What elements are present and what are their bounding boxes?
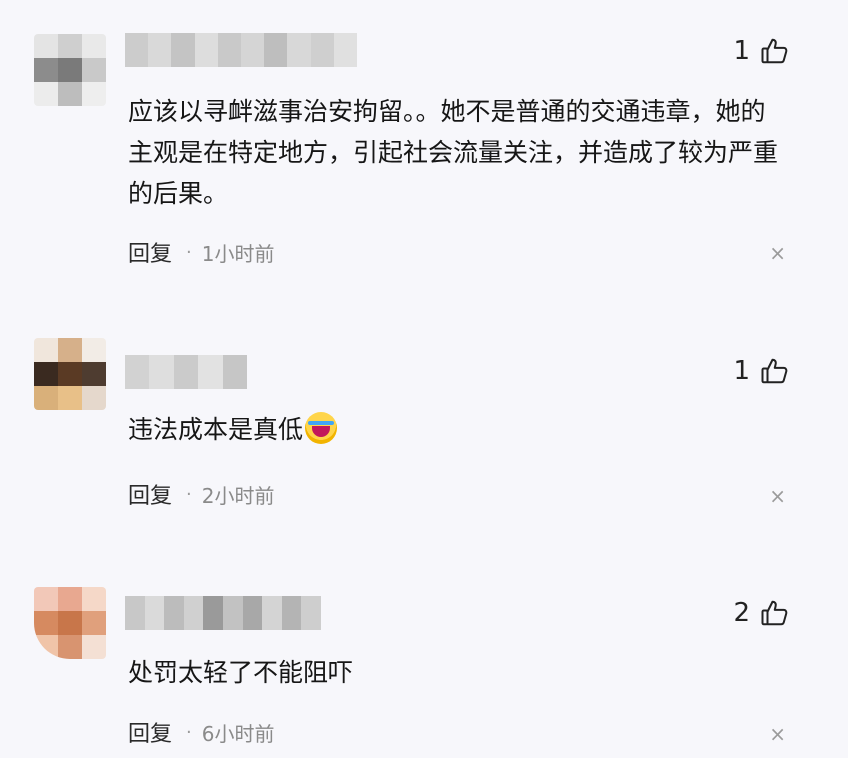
avatar-mosaic-block <box>82 587 106 611</box>
avatar-mosaic-block <box>82 635 106 659</box>
username-mosaic-block <box>203 596 223 630</box>
thumbs-up-icon <box>761 600 788 626</box>
close-icon[interactable]: × <box>769 722 786 746</box>
comment-text: 处罚太轻了不能阻吓 <box>128 658 354 687</box>
avatar[interactable] <box>34 587 106 659</box>
username-mosaic-block <box>281 596 302 630</box>
username-mosaic-block <box>164 596 184 630</box>
timestamp: 6小时前 <box>201 721 275 746</box>
reply-button[interactable]: 回复 <box>128 716 172 748</box>
avatar-mosaic-block <box>34 587 58 611</box>
username-mosaic-block <box>183 596 204 630</box>
avatar-mosaic-block <box>58 587 82 611</box>
meta-separator: · <box>186 721 192 743</box>
comment-item: 2 处罚太轻了不能阻吓 回复 · 6小时前 × <box>0 0 848 758</box>
username-mosaic-block <box>222 596 243 630</box>
username-mosaic-block <box>301 596 321 630</box>
comment-meta: 回复 · 6小时前 <box>128 716 274 748</box>
username-blurred[interactable] <box>125 596 321 630</box>
avatar-mosaic-block <box>34 635 58 659</box>
username-mosaic-block <box>125 596 145 630</box>
avatar-mosaic-block <box>34 611 58 635</box>
like-button[interactable]: 2 <box>733 598 790 628</box>
like-count: 2 <box>733 598 750 628</box>
avatar-mosaic-block <box>58 635 82 659</box>
avatar-mosaic-block <box>82 611 106 635</box>
avatar-mosaic-block <box>58 611 82 635</box>
username-mosaic-block <box>144 596 165 630</box>
username-mosaic-block <box>242 596 263 630</box>
username-mosaic-block <box>262 596 282 630</box>
